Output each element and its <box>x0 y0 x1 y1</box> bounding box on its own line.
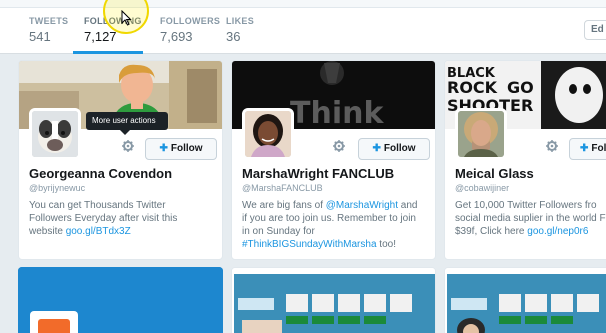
user-handle[interactable]: @MarshaFANCLUB <box>242 183 323 193</box>
user-handle[interactable]: @cobawijiner <box>455 183 509 193</box>
person-plus-icon: ✚ <box>159 143 168 154</box>
follow-button[interactable]: ✚Follow <box>569 138 606 160</box>
bio-line: We are big fans of @MarshaWright and <box>242 199 435 212</box>
user-bio: You can get Thousands Twitter Followers … <box>29 199 222 238</box>
bio-line: if you are too join us. Remember to join <box>242 213 416 224</box>
user-name[interactable]: MarshaWright FANCLUB <box>242 166 394 181</box>
person-plus-icon: ✚ <box>372 143 381 154</box>
bio-hashtag[interactable]: #ThinkBIGSundayWithMarsha <box>242 239 377 250</box>
follow-button-label: Follow <box>383 143 416 154</box>
edit-profile-button[interactable]: Ed <box>584 20 606 40</box>
gear-icon[interactable] <box>546 140 560 154</box>
stat-likes-value: 36 <box>226 29 241 44</box>
user-card-meical-glass[interactable]: BLACK ROCK GO SHOOTER XX ✚Follow Meical … <box>444 60 606 260</box>
bio-link[interactable]: goo.gl/BTdx3Z <box>66 226 131 237</box>
bio-line: #ThinkBIGSundayWithMarsha too! <box>242 238 435 251</box>
bio-line: in on Sunday for <box>242 226 315 237</box>
follow-button[interactable]: ✚Follow <box>145 138 217 160</box>
stat-likes[interactable]: LIKES 36 <box>226 16 266 54</box>
user-card-lower-2[interactable] <box>231 267 436 333</box>
bio-link[interactable]: goo.gl/nep0r6 <box>527 226 588 237</box>
follow-button-label: Follow <box>591 143 606 154</box>
gear-icon[interactable] <box>333 140 347 154</box>
stat-followers-value: 7,693 <box>160 29 193 44</box>
collage-word: GO <box>507 78 534 97</box>
banner-think-text: Think <box>290 96 384 129</box>
stat-likes-label: LIKES <box>226 16 255 26</box>
more-user-actions-tooltip: More user actions <box>86 112 168 135</box>
bio-line: website goo.gl/BTdx3Z <box>29 225 222 238</box>
stat-followers[interactable]: FOLLOWERS 7,693 <box>160 16 220 54</box>
avatar[interactable] <box>29 108 81 160</box>
stat-tweets-value: 541 <box>29 29 51 44</box>
user-bio: Get 10,000 Twitter Followers fro social … <box>455 199 606 238</box>
top-strip <box>0 0 606 8</box>
user-bio: We are big fans of @MarshaWright and if … <box>242 199 435 251</box>
bio-line: You can get Thousands Twitter <box>29 200 166 211</box>
avatar[interactable] <box>455 108 507 160</box>
bio-text: and <box>400 200 418 211</box>
user-card-georgeanna[interactable]: ✚ Follow Georgeanna Covendon @byrijynewuc… <box>18 60 223 260</box>
mouse-cursor-icon <box>121 10 132 26</box>
bio-line: Followers Everyday after visit this <box>29 213 178 224</box>
user-card-lower-1[interactable] <box>18 267 223 333</box>
follow-button[interactable]: ✚Follow <box>358 138 430 160</box>
profile-nav-bar: TWEETS 541 FOLLOWING 7,127 FOLLOWERS 7,6… <box>0 0 606 54</box>
bio-text: $39f, Click here <box>455 226 525 237</box>
stat-followers-label: FOLLOWERS <box>160 16 221 26</box>
banner-image <box>445 268 606 333</box>
gear-icon[interactable] <box>122 140 136 154</box>
bio-line: Get 10,000 Twitter Followers fro <box>455 200 597 211</box>
bio-line: social media suplier in the world F <box>455 213 606 224</box>
bio-line: $39f, Click here goo.gl/nep0r6 <box>455 225 606 238</box>
stat-tweets[interactable]: TWEETS 541 <box>29 16 69 54</box>
banner-image <box>232 268 435 333</box>
follow-button-label: Follow <box>170 143 203 154</box>
user-card-marshawright[interactable]: Think ✚ Follow MarshaWright FANCLUB @Mars… <box>231 60 436 260</box>
user-card-lower-3[interactable] <box>444 267 606 333</box>
bio-text: We are big fans of <box>242 200 323 211</box>
stat-tweets-label: TWEETS <box>29 16 69 26</box>
bio-text: website <box>29 226 63 237</box>
user-name[interactable]: Meical Glass <box>455 166 534 181</box>
user-handle[interactable]: @byrijynewuc <box>29 183 85 193</box>
banner-image <box>18 267 223 333</box>
collage-word: ROCK <box>447 78 498 97</box>
person-plus-icon: ✚ <box>580 143 589 154</box>
bio-mention[interactable]: @MarshaWright <box>326 200 398 211</box>
bio-text: too! <box>379 239 396 250</box>
avatar[interactable] <box>242 108 294 160</box>
user-name[interactable]: Georgeanna Covendon <box>29 166 172 181</box>
